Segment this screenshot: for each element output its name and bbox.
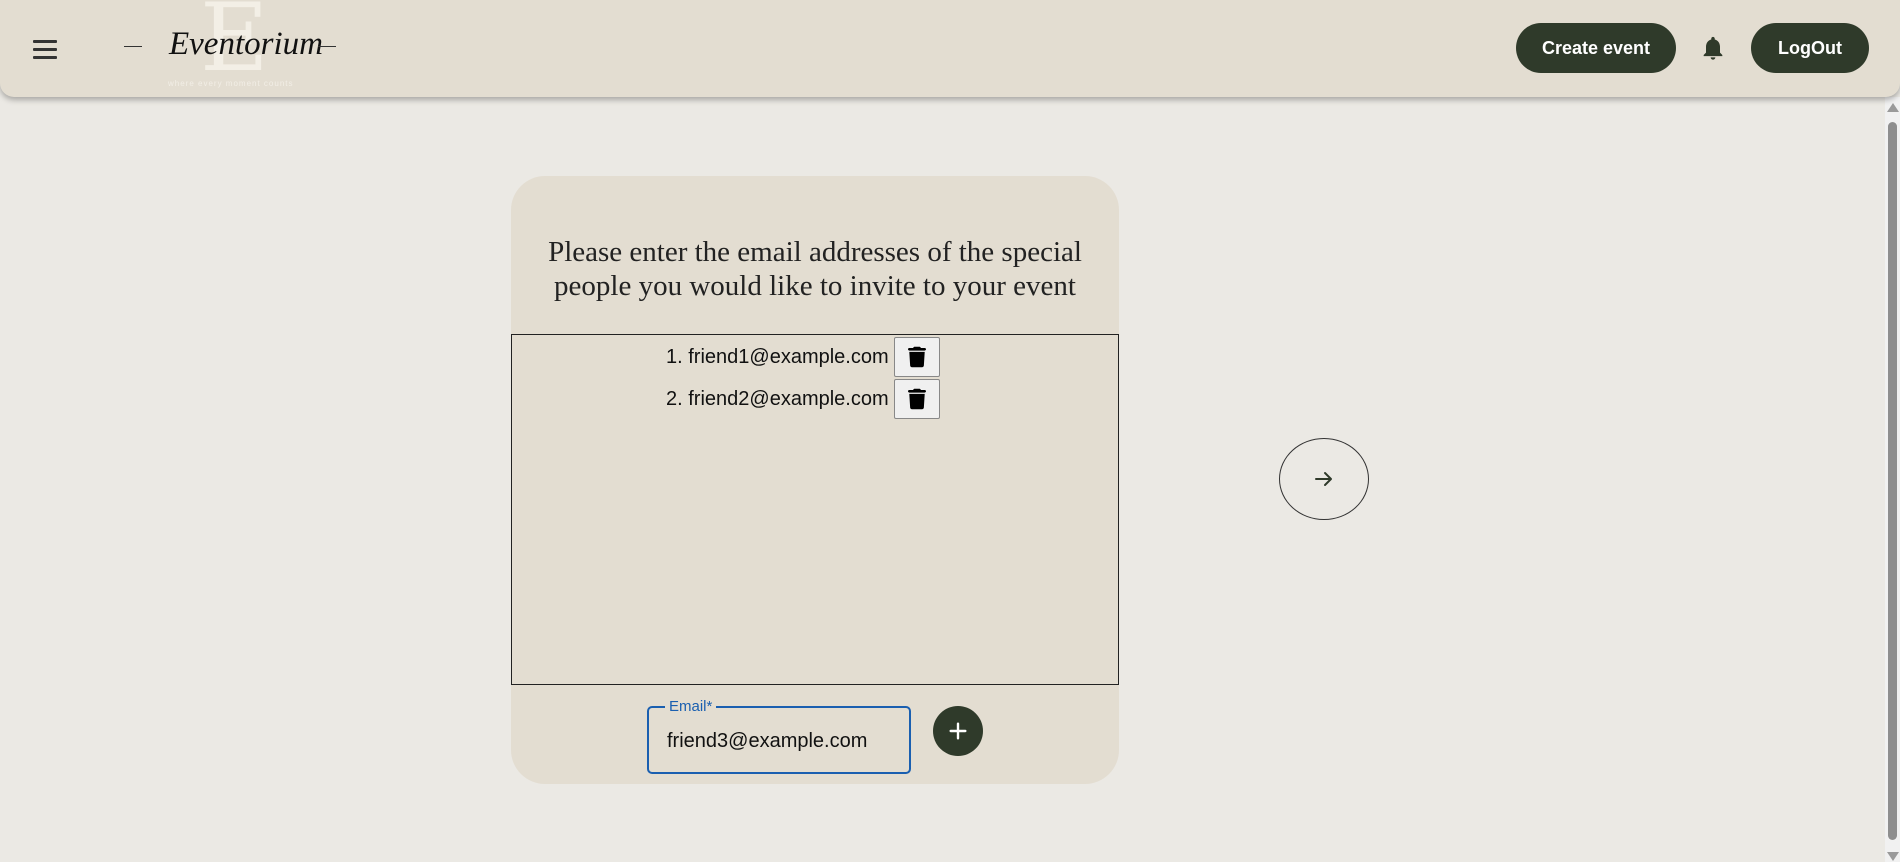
- trash-icon: [907, 388, 926, 410]
- top-app-bar: E Eventorium where every moment counts C…: [0, 0, 1900, 97]
- brand-name: Eventorium: [169, 26, 323, 62]
- bell-icon[interactable]: [1699, 33, 1727, 63]
- logo-dash-left: [124, 46, 142, 47]
- invite-instructions: Please enter the email addresses of the …: [548, 236, 1082, 302]
- logo-dash-right: [318, 46, 336, 47]
- scrollbar-thumb[interactable]: [1888, 122, 1897, 840]
- arrow-right-icon: [1315, 472, 1332, 486]
- next-step-button[interactable]: [1279, 438, 1369, 520]
- menu-icon-bar: [33, 47, 57, 51]
- menu-icon-bar: [33, 55, 57, 59]
- email-field-value[interactable]: friend3@example.com: [667, 730, 867, 753]
- email-field-label: Email*: [665, 698, 717, 715]
- add-email-button[interactable]: [933, 706, 983, 756]
- logout-button[interactable]: LogOut: [1751, 23, 1869, 73]
- create-event-button[interactable]: Create event: [1516, 23, 1676, 73]
- scroll-up-arrow-icon[interactable]: [1887, 103, 1899, 112]
- scroll-down-arrow-icon[interactable]: [1887, 852, 1899, 861]
- vertical-scrollbar[interactable]: [1885, 97, 1900, 862]
- delete-email-button[interactable]: [893, 379, 940, 419]
- list-item: 2. friend2@example.com: [666, 378, 940, 420]
- menu-button[interactable]: [26, 30, 64, 68]
- email-field[interactable]: Email* friend3@example.com: [647, 698, 911, 774]
- invite-card: Please enter the email addresses of the …: [511, 176, 1119, 784]
- invited-email: 2. friend2@example.com: [666, 387, 889, 410]
- menu-icon-bar: [33, 39, 57, 43]
- delete-email-button[interactable]: [893, 337, 940, 377]
- invited-email: 1. friend1@example.com: [666, 345, 889, 368]
- brand-logo[interactable]: E Eventorium where every moment counts: [120, 0, 350, 97]
- invited-email-list: 1. friend1@example.com 2. friend2@exampl…: [511, 334, 1119, 685]
- plus-icon: [949, 722, 967, 740]
- brand-tagline: where every moment counts: [168, 79, 294, 88]
- trash-icon: [907, 346, 926, 368]
- list-item: 1. friend1@example.com: [666, 336, 940, 378]
